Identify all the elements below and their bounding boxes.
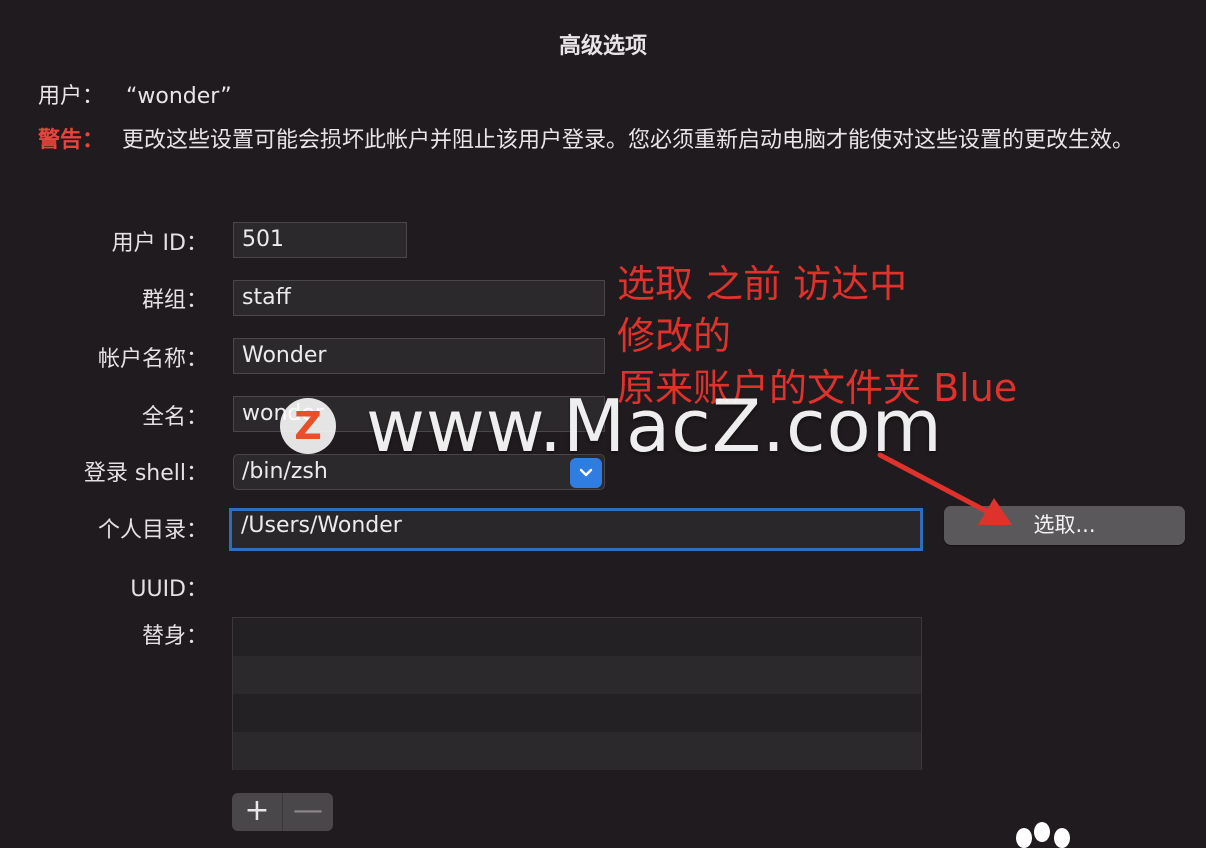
user-line: 用户： “wonder” — [38, 78, 232, 110]
aliases-label: 替身： — [141, 624, 208, 649]
user-label: 用户： — [38, 84, 105, 109]
group-field[interactable]: staff — [233, 280, 605, 316]
home-dir-label: 个人目录： — [97, 518, 208, 543]
list-item[interactable] — [233, 656, 921, 694]
list-item[interactable] — [233, 618, 921, 656]
home-dir-field[interactable]: /Users/Wonder — [229, 508, 923, 551]
paw-logo-icon — [1016, 822, 1070, 848]
full-name-label: 全名： — [141, 405, 208, 430]
user-id-label: 用户 ID： — [111, 231, 208, 256]
list-item[interactable] — [233, 732, 921, 770]
choose-button[interactable]: 选取... — [944, 506, 1185, 545]
account-name-field[interactable]: Wonder — [233, 338, 605, 374]
user-value: “wonder” — [126, 84, 232, 109]
window-title: 高级选项 — [558, 34, 647, 59]
warning-message: 警告： 更改这些设置可能会损坏此帐户并阻止该用户登录。您必须重新启动电脑才能使对… — [38, 124, 1188, 157]
annotation-line-1: 选取 之前 访达中 — [617, 262, 908, 306]
watermark-text: www.MacZ.com — [366, 384, 943, 468]
account-name-label: 帐户名称： — [97, 347, 208, 372]
alias-button-group: + — — [232, 793, 333, 831]
login-shell-label: 登录 shell： — [83, 461, 208, 486]
watermark-logo: Z — [280, 398, 336, 454]
aliases-list[interactable] — [232, 617, 922, 770]
group-label: 群组： — [141, 288, 208, 313]
warning-text: 更改这些设置可能会损坏此帐户并阻止该用户登录。您必须重新启动电脑才能使对这些设置… — [122, 128, 1135, 153]
add-alias-button[interactable]: + — [232, 793, 282, 831]
warning-label: 警告： — [38, 128, 105, 153]
uuid-value — [233, 568, 605, 604]
list-item[interactable] — [233, 694, 921, 732]
remove-alias-button[interactable]: — — [282, 793, 333, 831]
uuid-label: UUID： — [130, 577, 208, 602]
watermark: Z www.MacZ.com — [280, 384, 943, 468]
annotation-line-2: 修改的 — [617, 314, 732, 358]
user-id-field[interactable]: 501 — [233, 222, 407, 258]
